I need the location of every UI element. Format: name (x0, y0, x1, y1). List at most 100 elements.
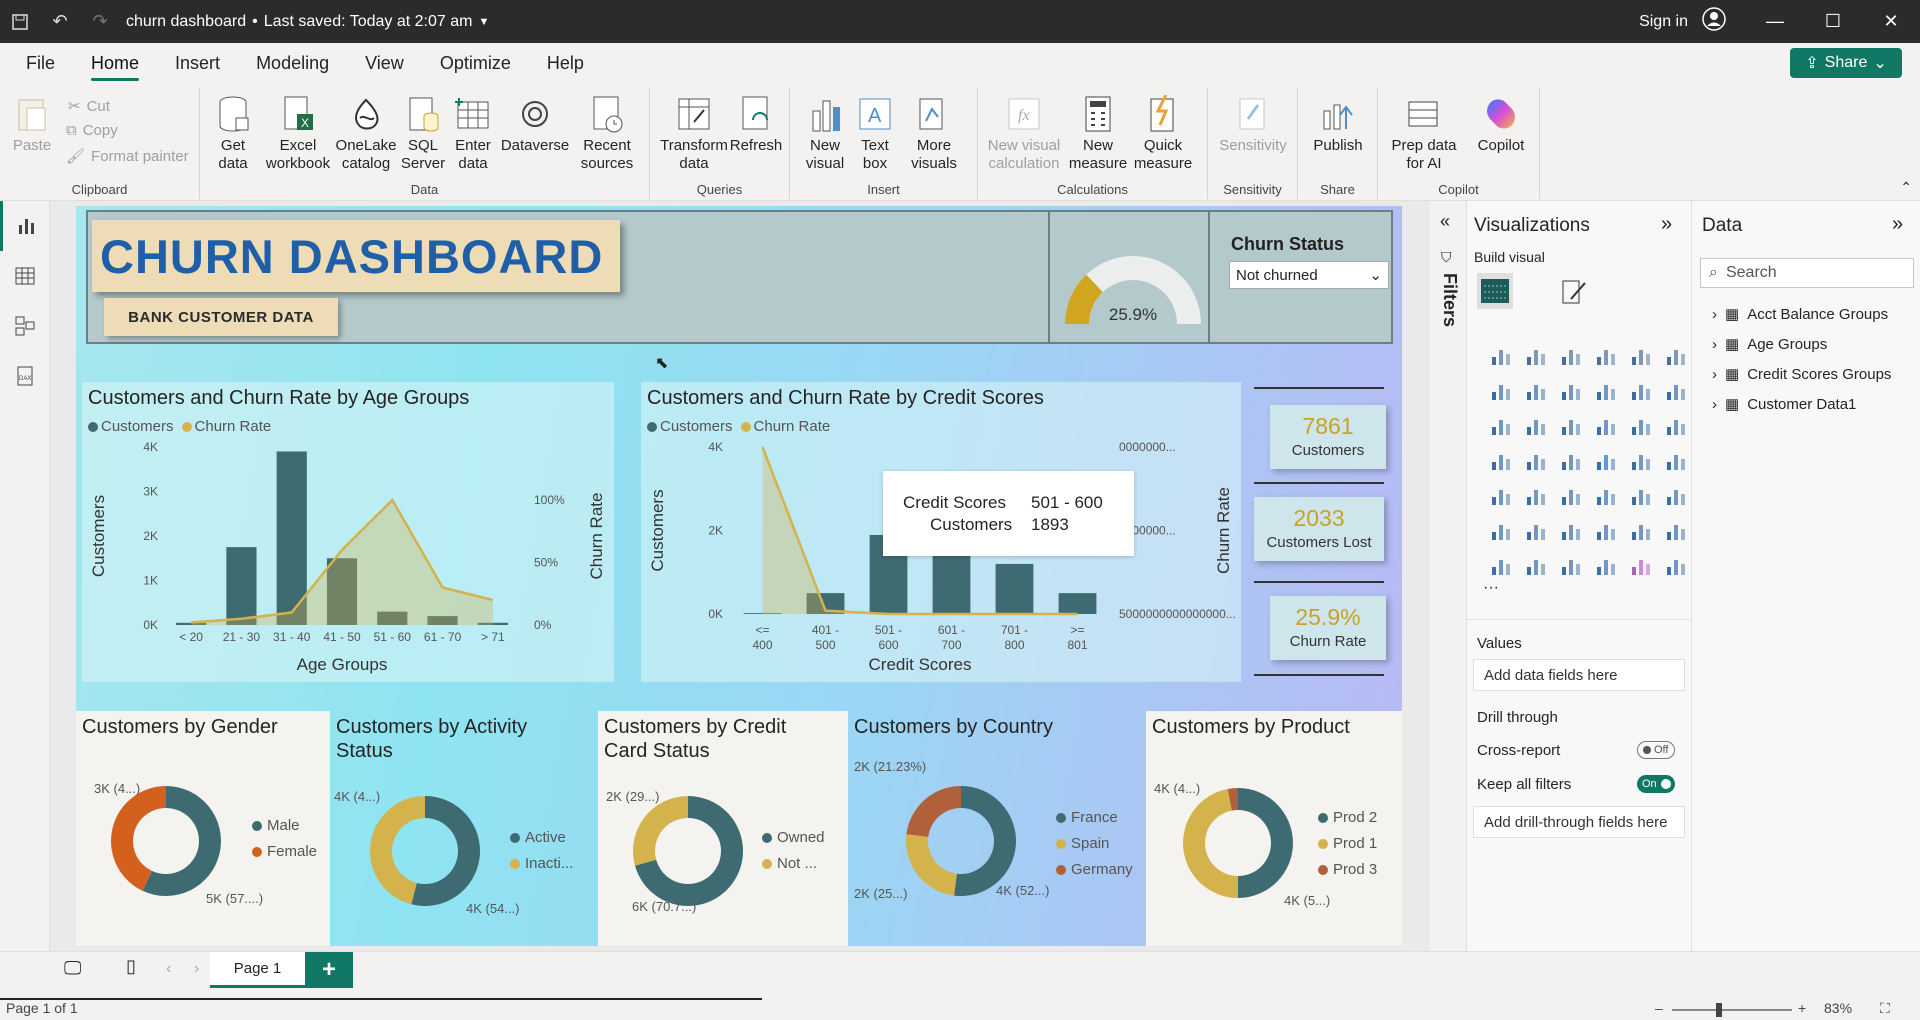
funnel-visual-icon[interactable] (1553, 408, 1588, 443)
treemap-visual-icon[interactable] (1483, 443, 1518, 478)
save-icon[interactable] (0, 0, 40, 43)
slicer-visual-icon[interactable] (1553, 478, 1588, 513)
prep-data-for-ai-button[interactable]: Prep data for AI (1386, 93, 1462, 173)
sensitivity-button[interactable]: Sensitivity (1216, 93, 1290, 155)
fit-to-page-icon[interactable]: ⛶ (1880, 1000, 1890, 1017)
100-bar-visual-icon[interactable] (1623, 338, 1658, 373)
line-visual-icon[interactable] (1483, 373, 1518, 408)
cross-report-toggle[interactable]: Off (1637, 741, 1675, 759)
legend-item[interactable]: Prod 2 (1318, 805, 1377, 831)
stacked-area-visual-icon[interactable] (1553, 373, 1588, 408)
recent-sources-button[interactable]: Recent sources (572, 93, 642, 173)
collapse-icon[interactable]: » (1892, 213, 1903, 236)
power-automate-visual-icon[interactable] (1553, 548, 1588, 583)
table-view-icon[interactable] (0, 251, 50, 301)
collapse-icon[interactable]: » (1661, 213, 1672, 236)
menu-modeling[interactable]: Modeling (238, 43, 347, 83)
text-box-button[interactable]: A Text box (852, 93, 898, 173)
document-title[interactable]: churn dashboard • Last saved: Today at 2… (126, 13, 489, 31)
new-visual-button[interactable]: New visual (800, 93, 850, 173)
kpi-customers-lost[interactable]: 2033 Customers Lost (1254, 497, 1384, 561)
menu-help[interactable]: Help (529, 43, 602, 83)
ribbon-visual-icon[interactable] (1588, 373, 1623, 408)
account-icon[interactable] (1702, 7, 1726, 36)
publish-button[interactable]: Publish (1306, 93, 1370, 155)
maximize-button[interactable]: ☐ (1804, 0, 1862, 43)
menu-optimize[interactable]: Optimize (422, 43, 529, 83)
zoom-out-icon[interactable]: – (1655, 1000, 1663, 1016)
gauge-visual-icon[interactable] (1623, 443, 1658, 478)
drill-through-field-well[interactable]: Add drill-through fields here (1473, 806, 1685, 838)
filters-pane-collapsed[interactable]: « ⛉ Filters (1430, 201, 1467, 951)
dax-query-view-icon[interactable]: DAX (0, 351, 50, 401)
sign-in-link[interactable]: Sign in (1639, 13, 1688, 31)
paginated-visual-icon[interactable] (1483, 548, 1518, 583)
menu-file[interactable]: File (8, 43, 73, 83)
enter-data-button[interactable]: Enter data (452, 93, 494, 173)
transform-data-button[interactable]: Transform data (660, 93, 728, 173)
activity-donut-visual[interactable]: Customers by Activity Status 4K (4...) 4… (330, 711, 598, 946)
dashboard-subtitle[interactable]: BANK CUSTOMER DATA (104, 298, 338, 336)
zoom-level[interactable]: 83% (1824, 1000, 1852, 1016)
multi-row-card-visual-icon[interactable] (1483, 478, 1518, 513)
legend-item[interactable]: Owned (762, 825, 825, 851)
zoom-in-icon[interactable]: + (1798, 1000, 1806, 1016)
stacked-column-visual-icon[interactable] (1518, 338, 1553, 373)
age-groups-chart[interactable]: Customers and Churn Rate by Age Groups C… (82, 382, 614, 682)
dashboard-title-box[interactable]: CHURN DASHBOARD (92, 220, 620, 292)
format-painter-button[interactable]: 🖌 Format painter (66, 147, 189, 166)
card-visual-icon[interactable] (1658, 443, 1693, 478)
legend-item[interactable]: Inacti... (510, 851, 573, 877)
clustered-bar-visual-icon[interactable] (1553, 338, 1588, 373)
legend-item[interactable]: Female (252, 839, 317, 865)
line-stacked-column-visual-icon[interactable] (1658, 373, 1693, 408)
zoom-slider[interactable] (1672, 1003, 1792, 1017)
clustered-column-visual-icon[interactable] (1588, 338, 1623, 373)
values-field-well[interactable]: Add data fields here (1473, 659, 1685, 691)
decomposition-tree-visual-icon[interactable] (1553, 513, 1588, 548)
legend-item[interactable]: Not ... (762, 851, 825, 877)
paste-button[interactable]: Paste (12, 93, 52, 155)
prev-page-icon[interactable]: ‹ (166, 960, 171, 978)
legend-item[interactable]: Male (252, 813, 317, 839)
scatter-visual-icon[interactable] (1588, 408, 1623, 443)
onelake-button[interactable]: OneLake catalog (334, 93, 398, 173)
legend-item[interactable]: Germany (1056, 857, 1133, 883)
next-page-icon[interactable]: › (194, 960, 199, 978)
legend-item[interactable]: France (1056, 805, 1133, 831)
undo-icon[interactable]: ↶ (40, 0, 80, 43)
qa-visual-icon[interactable] (1588, 513, 1623, 548)
kpi-churn-rate[interactable]: 25.9% Churn Rate (1270, 596, 1386, 660)
r-visual-visual-icon[interactable] (1658, 478, 1693, 513)
expand-icon[interactable]: « (1440, 211, 1450, 232)
model-view-icon[interactable] (0, 301, 50, 351)
menu-home[interactable]: Home (73, 43, 157, 83)
copy-button[interactable]: ⧉ Copy (66, 122, 118, 139)
legend-item[interactable]: Spain (1056, 831, 1133, 857)
copilot-button[interactable]: Copilot (1470, 93, 1532, 155)
gender-donut-visual[interactable]: Customers by Gender 3K (4...) 5K (57....… (76, 711, 330, 946)
report-view-icon[interactable] (0, 201, 50, 251)
product-donut-visual[interactable]: Customers by Product 4K (4...) 4K (5...)… (1146, 711, 1402, 946)
redo-icon[interactable]: ↷ (80, 0, 120, 43)
map-visual-icon[interactable] (1518, 443, 1553, 478)
100-column-visual-icon[interactable] (1658, 338, 1693, 373)
area-visual-icon[interactable] (1518, 373, 1553, 408)
desktop-layout-icon[interactable]: 🖵 (64, 958, 81, 979)
kpi-customers[interactable]: 7861 Customers (1270, 405, 1386, 469)
kpi-visual-icon[interactable] (1518, 478, 1553, 513)
page-tab[interactable]: Page 1 (210, 952, 305, 988)
filled-map-visual-icon[interactable] (1553, 443, 1588, 478)
donut-visual-icon[interactable] (1658, 408, 1693, 443)
data-table-item[interactable]: › ▦ Acct Balance Groups (1712, 305, 1888, 324)
new-visual-calculation-button[interactable]: fx New visual calculation (984, 93, 1064, 173)
azure-map-visual-icon[interactable] (1588, 443, 1623, 478)
new-measure-button[interactable]: New measure (1069, 93, 1127, 173)
legend-item[interactable]: Prod 3 (1318, 857, 1377, 883)
credit-card-donut-visual[interactable]: Customers by Credit Card Status 2K (29..… (598, 711, 848, 946)
menu-view[interactable]: View (347, 43, 422, 83)
data-table-item[interactable]: › ▦ Customer Data1 (1712, 395, 1856, 414)
diamond-visual-icon[interactable] (1623, 548, 1658, 583)
close-button[interactable]: ✕ (1862, 0, 1920, 43)
pie-visual-icon[interactable] (1623, 408, 1658, 443)
